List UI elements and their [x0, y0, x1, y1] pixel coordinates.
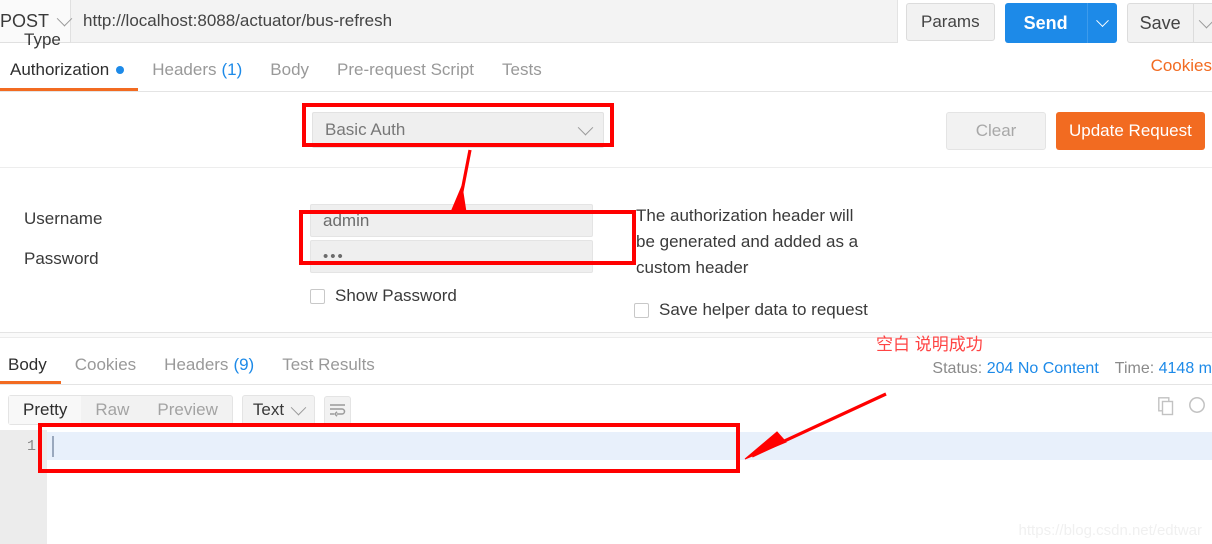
view-mode-pretty[interactable]: Pretty	[9, 396, 82, 424]
time-value: 4148 m	[1158, 360, 1212, 377]
username-input[interactable]: admin	[310, 204, 593, 237]
response-tab-count: (9)	[233, 354, 255, 374]
status-value: 204 No Content	[986, 360, 1099, 377]
request-cookies-link[interactable]: Cookies	[1151, 56, 1212, 76]
view-mode-preview[interactable]: Preview	[143, 396, 231, 424]
auth-type-select[interactable]: Basic Auth	[312, 112, 604, 148]
time-badge: Time: 4148 m	[1115, 360, 1212, 378]
editor-gutter: 1	[0, 430, 47, 544]
view-mode-label: Raw	[95, 400, 130, 419]
response-divider	[0, 332, 1212, 338]
response-tab-label: Test Results	[282, 354, 375, 374]
tab-headers[interactable]: Headers (1)	[138, 48, 256, 91]
clear-button[interactable]: Clear	[946, 112, 1046, 150]
view-mode-raw[interactable]: Raw	[81, 396, 143, 424]
response-tab-label: Headers	[164, 354, 229, 374]
response-meta: Status: 204 No Content Time: 4148 m	[932, 360, 1212, 378]
tab-body[interactable]: Body	[256, 48, 323, 91]
chevron-down-icon	[1095, 13, 1109, 27]
password-value: •••	[323, 248, 345, 265]
response-tab-label: Body	[8, 354, 47, 374]
send-button[interactable]: Send	[1004, 3, 1087, 43]
response-tab-headers[interactable]: Headers (9)	[150, 345, 268, 384]
password-input[interactable]: •••	[310, 240, 593, 273]
checkbox-icon[interactable]	[634, 302, 649, 318]
time-label: Time:	[1114, 360, 1155, 377]
checkbox-icon[interactable]	[310, 288, 325, 304]
view-mode-label: Preview	[157, 400, 218, 419]
editor-active-line[interactable]	[47, 432, 1212, 460]
request-url-bar: POST http://localhost:8088/actuator/bus-…	[0, 0, 1212, 48]
response-format-select[interactable]: Text	[241, 395, 316, 425]
show-password-label: Show Password	[335, 286, 457, 305]
auth-type-value: Basic Auth	[325, 120, 406, 139]
save-label: Save	[1139, 12, 1181, 33]
response-tab-label: Cookies	[74, 354, 137, 374]
status-label: Status:	[932, 360, 983, 377]
response-tab-test-results[interactable]: Test Results	[268, 345, 389, 384]
chevron-down-icon	[577, 119, 594, 135]
save-button[interactable]: Save	[1126, 3, 1193, 43]
watermark: https://blog.csdn.net/edtwar	[1018, 522, 1202, 539]
save-helper-checkbox-row[interactable]: Save helper data to request	[634, 300, 868, 320]
update-request-label: Update Request	[1069, 121, 1192, 140]
request-tab-bar: Authorization Headers (1) Body Pre-reque…	[0, 48, 1212, 92]
copy-icon[interactable]	[1158, 396, 1176, 421]
tab-label: Tests	[502, 59, 542, 79]
text-caret	[52, 436, 54, 457]
http-method-label: POST	[0, 10, 50, 31]
response-tool-icons	[1158, 396, 1208, 421]
tab-count: (1)	[221, 59, 243, 79]
modified-dot-icon	[116, 65, 125, 74]
username-value: admin	[323, 210, 370, 230]
view-mode-label: Pretty	[23, 400, 68, 419]
send-label: Send	[1023, 12, 1068, 33]
response-tab-cookies[interactable]: Cookies	[61, 345, 150, 384]
chevron-down-icon	[56, 10, 73, 26]
tab-tests[interactable]: Tests	[488, 48, 556, 91]
username-label: Username	[24, 209, 103, 228]
auth-type-label: Type	[24, 30, 61, 49]
update-request-button[interactable]: Update Request	[1056, 112, 1205, 150]
url-input[interactable]: http://localhost:8088/actuator/bus-refre…	[71, 0, 899, 43]
show-password-checkbox-row[interactable]: Show Password	[310, 286, 457, 306]
tab-label: Authorization	[10, 59, 110, 79]
view-mode-segmented-control: Pretty Raw Preview	[8, 395, 233, 425]
send-options-button[interactable]	[1086, 3, 1117, 43]
status-badge: Status: 204 No Content	[932, 360, 1098, 378]
auth-helper-text: The authorization header will be generat…	[636, 206, 859, 277]
annotation-chinese-note: 空白 说明成功	[876, 335, 983, 354]
line-number: 1	[26, 438, 36, 455]
word-wrap-button[interactable]	[324, 395, 352, 425]
tab-label: Body	[270, 59, 310, 79]
tab-label: Headers	[152, 59, 217, 79]
save-button-group: Save	[1126, 3, 1212, 43]
params-button[interactable]: Params	[906, 3, 995, 41]
chevron-down-icon	[1198, 12, 1212, 28]
word-wrap-icon	[330, 404, 346, 417]
response-body-toolbar: Pretty Raw Preview Text	[0, 392, 1212, 428]
save-options-button[interactable]	[1192, 3, 1212, 43]
password-label: Password	[24, 249, 99, 268]
response-tab-body[interactable]: Body	[0, 345, 61, 384]
clear-label: Clear	[975, 121, 1017, 140]
params-label: Params	[921, 12, 980, 31]
tab-label: Pre-request Script	[337, 59, 475, 79]
chevron-down-icon	[290, 399, 307, 415]
search-icon[interactable]	[1188, 396, 1208, 421]
tab-authorization[interactable]: Authorization	[0, 48, 139, 91]
response-format-value: Text	[252, 400, 285, 419]
save-helper-label: Save helper data to request	[659, 300, 868, 319]
url-text: http://localhost:8088/actuator/bus-refre…	[83, 11, 393, 30]
tab-pre-request-script[interactable]: Pre-request Script	[323, 48, 488, 91]
postman-window: POST http://localhost:8088/actuator/bus-…	[0, 0, 1212, 544]
send-button-group: Send	[1004, 3, 1117, 43]
